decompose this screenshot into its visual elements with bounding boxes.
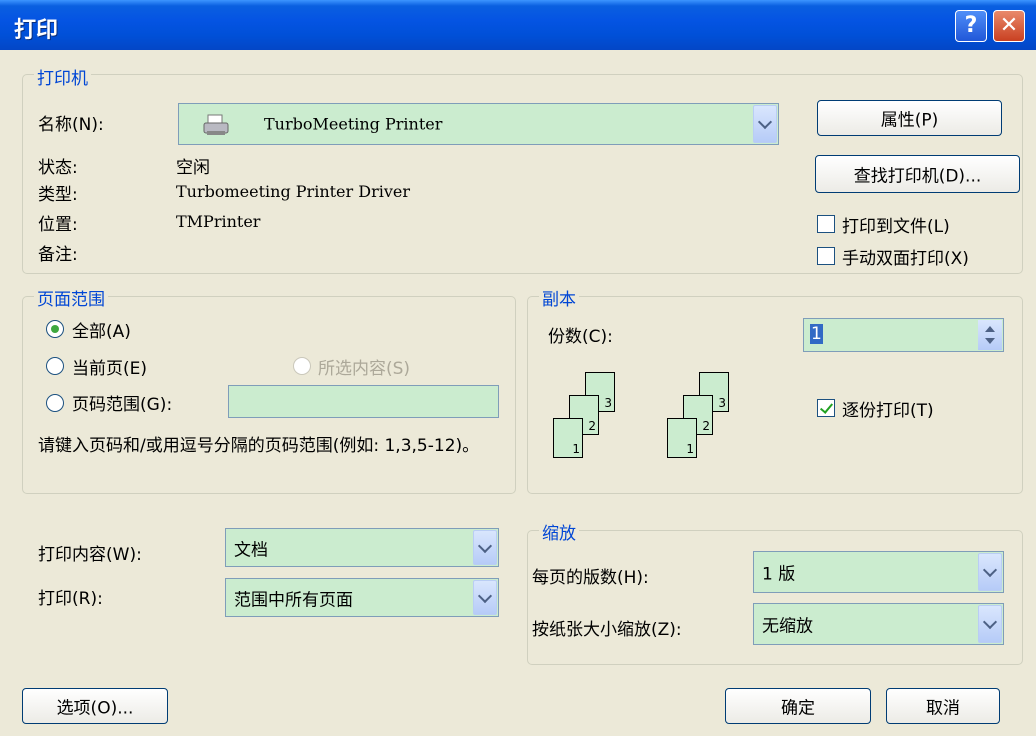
print-to-file-checkbox[interactable] (817, 215, 835, 233)
chevron-down-icon[interactable] (473, 580, 497, 615)
scale-label: 按纸张大小缩放(Z): (532, 620, 682, 640)
find-printer-button[interactable]: 查找打印机(D)... (815, 155, 1020, 193)
ok-button-label: 确定 (781, 698, 815, 719)
printer-name-label: 名称(N): (38, 115, 104, 135)
page-number-1: 1 (572, 442, 580, 456)
page-number-3: 3 (604, 396, 612, 410)
options-button[interactable]: 选项(O)... (22, 688, 168, 724)
help-button[interactable]: ? (955, 10, 987, 42)
pages-per-sheet-label: 每页的版数(H): (532, 568, 649, 588)
chevron-down-icon[interactable] (473, 530, 497, 565)
page-numbers-input[interactable] (228, 385, 499, 418)
selection-radio (293, 357, 311, 375)
printer-legend: 打印机 (34, 64, 91, 89)
status-value: 空闲 (176, 158, 210, 178)
print-content-label: 打印内容(W): (38, 545, 142, 565)
status-label: 状态: (38, 158, 78, 178)
collate-label: 逐份打印(T) (842, 401, 934, 421)
printer-name-value: TurboMeeting Printer (264, 114, 443, 134)
collate-checkbox[interactable] (817, 399, 835, 417)
location-value: TMPrinter (176, 212, 261, 231)
page-icon: 1 (553, 418, 583, 458)
page-numbers-radio[interactable] (46, 394, 64, 412)
title-bar: 打印 ? ✕ (0, 0, 1036, 50)
all-pages-radio[interactable] (46, 320, 64, 338)
type-value: Turbomeeting Printer Driver (176, 182, 411, 201)
printer-name-select[interactable]: TurboMeeting Printer (178, 103, 779, 145)
pages-per-sheet-value: 1 版 (762, 564, 796, 585)
page-number-1: 1 (686, 442, 694, 456)
manual-duplex-label: 手动双面打印(X) (842, 249, 969, 269)
manual-duplex-checkbox[interactable] (817, 247, 835, 265)
page-number-2: 2 (588, 419, 596, 433)
scale-value: 无缩放 (762, 616, 813, 637)
page-range-hint: 请键入页码和/或用逗号分隔的页码范围(例如: 1,3,5-12)。 (38, 436, 480, 456)
type-label: 类型: (38, 185, 78, 205)
chevron-down-icon[interactable] (978, 553, 1002, 591)
copies-legend: 副本 (539, 285, 579, 310)
print-dialog: 打印 ? ✕ 打印机 名称(N): TurboMeeting Printer 状… (0, 0, 1036, 736)
print-content-select[interactable]: 文档 (225, 528, 499, 567)
cancel-button-label: 取消 (926, 698, 960, 719)
find-printer-button-label: 查找打印机(D)... (853, 166, 982, 187)
all-pages-label: 全部(A) (72, 322, 131, 342)
current-page-label: 当前页(E) (72, 359, 148, 379)
print-range-select[interactable]: 范围中所有页面 (225, 578, 499, 617)
comment-label: 备注: (38, 245, 78, 265)
window-title: 打印 (14, 18, 59, 43)
location-label: 位置: (38, 215, 78, 235)
page-number-3: 3 (718, 396, 726, 410)
pages-per-sheet-select[interactable]: 1 版 (753, 551, 1004, 593)
ok-button[interactable]: 确定 (725, 688, 871, 724)
copies-count-value: 1 (810, 324, 823, 344)
scale-select[interactable]: 无缩放 (753, 603, 1004, 645)
print-content-value: 文档 (234, 540, 268, 560)
properties-button-label: 属性(P) (880, 110, 939, 131)
copies-count-input[interactable]: 1 (803, 318, 1004, 352)
properties-button[interactable]: 属性(P) (817, 100, 1002, 136)
page-number-2: 2 (702, 419, 710, 433)
current-page-radio[interactable] (46, 357, 64, 375)
print-to-file-label: 打印到文件(L) (842, 217, 950, 237)
spinner-arrows-icon[interactable] (978, 320, 1002, 350)
zoom-legend: 缩放 (539, 519, 579, 544)
close-button[interactable]: ✕ (993, 10, 1025, 42)
copies-count-label: 份数(C): (548, 327, 613, 347)
printer-icon (201, 113, 231, 137)
selection-label: 所选内容(S) (318, 359, 411, 379)
options-button-label: 选项(O)... (56, 698, 134, 719)
page-icon: 1 (667, 418, 697, 458)
page-numbers-label: 页码范围(G): (72, 395, 173, 415)
cancel-button[interactable]: 取消 (886, 688, 1000, 724)
chevron-down-icon[interactable] (978, 605, 1002, 643)
print-range-label: 打印(R): (38, 589, 103, 609)
chevron-down-icon[interactable] (753, 105, 777, 143)
print-range-value: 范围中所有页面 (234, 590, 353, 610)
page-range-legend: 页面范围 (34, 285, 108, 310)
